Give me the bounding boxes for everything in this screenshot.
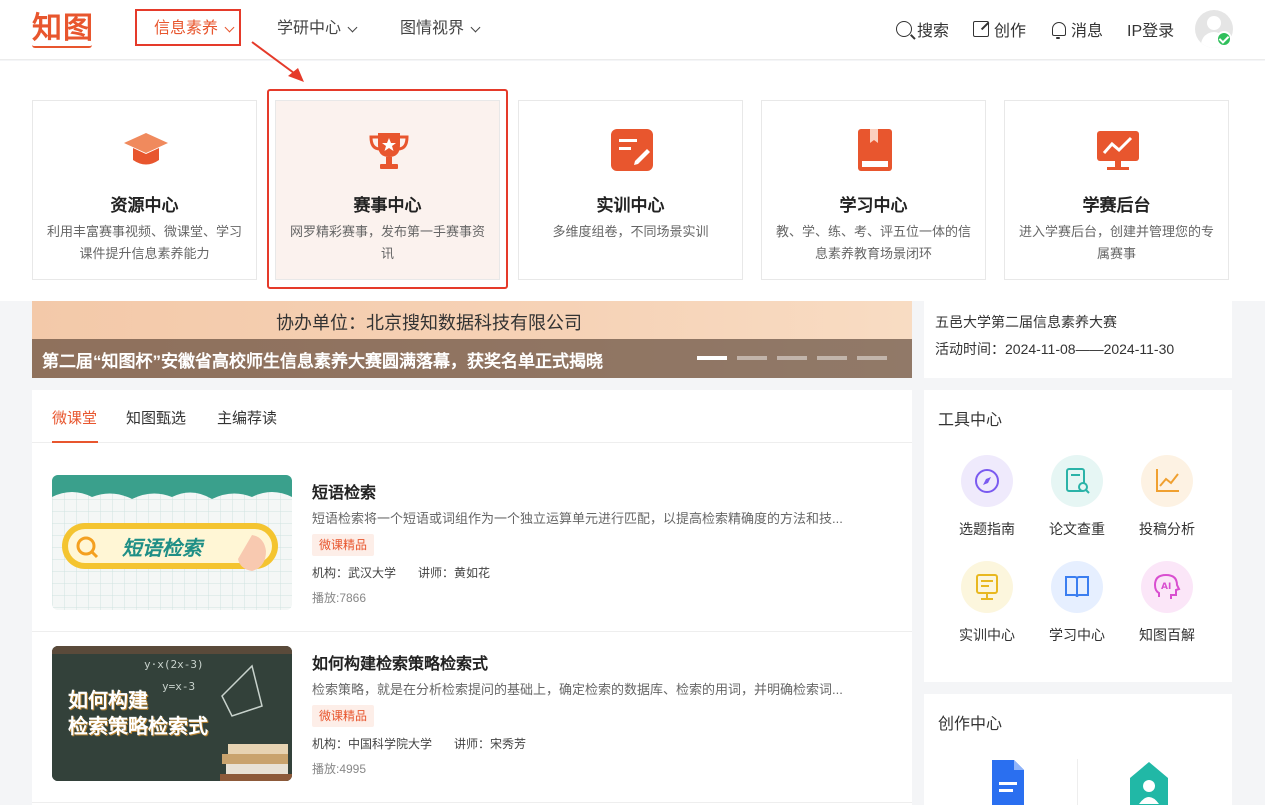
course-tabs: 微课堂 知图甄选 主编荐读 bbox=[32, 390, 912, 443]
card-title: 学习中心 bbox=[839, 196, 908, 215]
annotation-arrow-icon bbox=[251, 41, 304, 82]
book-icon bbox=[858, 129, 892, 171]
tool-plagiarism-check[interactable]: 论文查重 bbox=[1032, 455, 1122, 539]
course-title[interactable]: 如何构建检索策略检索式 bbox=[312, 650, 488, 674]
course-tag: 微课精品 bbox=[312, 705, 375, 727]
course-thumbnail[interactable]: y·x(2x-3) y=x-3 如何构建 检索策略检索式 bbox=[52, 646, 292, 781]
home-icon[interactable] bbox=[1128, 760, 1170, 805]
course-org: 机构：中国科学院大学 bbox=[312, 737, 433, 751]
nav-highlight-box bbox=[135, 9, 241, 46]
tab-editor-picks[interactable]: 主编荐读 bbox=[217, 407, 277, 428]
course-tag: 微课精品 bbox=[312, 534, 375, 556]
search-button[interactable]: 搜索 bbox=[896, 0, 949, 58]
course-org: 机构：武汉大学 bbox=[312, 566, 397, 580]
open-book-icon bbox=[1065, 576, 1089, 598]
course-meta: 机构：中国科学院大学 讲师：宋秀芳 bbox=[312, 735, 526, 752]
banner-caption: 第二届“知图杯”安徽省高校师生信息素养大赛圆满落幕，获奖名单正式揭晓 bbox=[42, 352, 603, 371]
ip-login-button[interactable]: IP登录 bbox=[1127, 0, 1174, 58]
card-resource-center[interactable]: 资源中心 利用丰富赛事视频、微课堂、学习课件提升信息素养能力 bbox=[32, 100, 257, 280]
carousel-dot[interactable] bbox=[777, 356, 807, 360]
course-thumbnail[interactable]: 短语检索 bbox=[52, 475, 292, 610]
carousel-dot[interactable] bbox=[817, 356, 847, 360]
tool-submission-analysis[interactable]: 投稿分析 bbox=[1122, 455, 1212, 539]
bell-icon bbox=[1052, 22, 1066, 39]
card-desc: 教、学、练、考、评五位一体的信息素养教育场景闭环 bbox=[775, 224, 971, 261]
message-button[interactable]: 消息 bbox=[1052, 0, 1103, 58]
card-desc: 多维度组卷，不同场景实训 bbox=[552, 224, 709, 239]
course-title[interactable]: 短语检索 bbox=[312, 479, 376, 503]
card-desc: 利用丰富赛事视频、微课堂、学习课件提升信息素养能力 bbox=[46, 224, 242, 261]
course-desc: 短语检索将一个短语或词组作为一个独立运算单元进行匹配，以提高检索精确度的方法和技… bbox=[312, 511, 843, 526]
creation-center-panel: 创作中心 bbox=[924, 694, 1232, 805]
banner-subtitle: 协办单位：北京搜知数据科技有限公司 bbox=[276, 313, 582, 333]
course-play-count: 播放:7866 bbox=[312, 591, 367, 605]
panel-title: 创作中心 bbox=[938, 716, 1003, 733]
tab-micro-class[interactable]: 微课堂 bbox=[52, 407, 97, 428]
svg-text:AI: AI bbox=[1161, 582, 1171, 592]
card-highlight-box bbox=[267, 89, 508, 289]
edit-document-icon bbox=[611, 129, 653, 171]
document-search-icon bbox=[1066, 468, 1090, 494]
card-title: 实训中心 bbox=[596, 196, 665, 215]
tool-training-center[interactable]: 实训中心 bbox=[942, 561, 1032, 645]
thumbnail-text: 如何构建 检索策略检索式 bbox=[68, 690, 208, 738]
panel-title: 工具中心 bbox=[938, 412, 1003, 429]
list-item[interactable]: 短语检索 短语检索 短语检索将一个短语或词组作为一个独立运算单元进行匹配，以提高… bbox=[32, 461, 912, 632]
carousel-dot[interactable] bbox=[857, 356, 887, 360]
card-title: 资源中心 bbox=[110, 196, 179, 215]
course-play-count: 播放:4995 bbox=[312, 762, 367, 776]
course-lecturer: 讲师：宋秀芳 bbox=[454, 737, 527, 751]
chevron-down-icon bbox=[470, 22, 481, 32]
compass-icon bbox=[975, 469, 999, 493]
document-icon[interactable] bbox=[988, 758, 1028, 805]
thumbnail-text: 短语检索 bbox=[122, 538, 202, 560]
nav-library-vision[interactable]: 图情视界 bbox=[400, 0, 481, 58]
carousel-dots bbox=[697, 356, 887, 360]
svg-text:y·x(2x-3): y·x(2x-3) bbox=[144, 658, 204, 671]
card-competition-admin[interactable]: 学赛后台 进入学赛后台，创建并管理您的专属赛事 bbox=[1004, 100, 1229, 280]
tool-learning-center[interactable]: 学习中心 bbox=[1032, 561, 1122, 645]
create-button[interactable]: 创作 bbox=[973, 0, 1026, 58]
event-time: 活动时间：2024-11-08——2024-11-30 bbox=[935, 341, 1175, 357]
event-card[interactable]: 五邑大学第二届信息素养大赛 活动时间：2024-11-08——2024-11-3… bbox=[924, 301, 1232, 378]
card-desc: 进入学赛后台，创建并管理您的专属赛事 bbox=[1018, 224, 1214, 261]
course-lecturer: 讲师：黄如花 bbox=[418, 566, 491, 580]
card-title: 学赛后台 bbox=[1082, 196, 1151, 215]
course-desc: 检索策略，就是在分析检索提问的基础上，确定检索的数据库、检索的用词，并明确检索词… bbox=[312, 682, 843, 697]
course-meta: 机构：武汉大学 讲师：黄如花 bbox=[312, 564, 490, 581]
tool-topic-guide[interactable]: 选题指南 bbox=[942, 455, 1032, 539]
info-literacy-dropdown: 资源中心 利用丰富赛事视频、微课堂、学习课件提升信息素养能力 赛事中心 网罗精彩… bbox=[0, 61, 1265, 301]
graduation-cap-icon bbox=[124, 133, 168, 165]
presentation-board-icon bbox=[976, 574, 998, 600]
list-item[interactable]: y·x(2x-3) y=x-3 如何构建 检索策略检索式 如何构建检索策略检索式… bbox=[32, 632, 912, 803]
card-learning-center[interactable]: 学习中心 教、学、练、考、评五位一体的信息素养教育场景闭环 bbox=[761, 100, 986, 280]
tool-zhitu-ai[interactable]: AI 知图百解 bbox=[1122, 561, 1212, 645]
zhitu-logo[interactable]: 知图 bbox=[32, 9, 94, 48]
chevron-down-icon bbox=[347, 22, 358, 32]
course-panel: 微课堂 知图甄选 主编荐读 短语检索 短语检索 短语检索将一个短语或词组作为一个… bbox=[32, 390, 912, 805]
carousel-dot[interactable] bbox=[697, 356, 727, 360]
line-chart-icon bbox=[1156, 469, 1179, 492]
active-tab-underline bbox=[52, 441, 98, 443]
event-name: 五邑大学第二届信息素养大赛 bbox=[935, 314, 1117, 330]
tool-center-panel: 工具中心 选题指南 论文查重 投稿分析 实训中心 学习中心 AI 知图百解 bbox=[924, 390, 1232, 682]
card-training-center[interactable]: 实训中心 多维度组卷，不同场景实训 bbox=[518, 100, 743, 280]
news-banner[interactable]: 协办单位：北京搜知数据科技有限公司 第二届“知图杯”安徽省高校师生信息素养大赛圆… bbox=[32, 301, 912, 378]
logo-text: 知图 bbox=[32, 11, 94, 46]
edit-icon bbox=[973, 21, 989, 37]
verified-check-icon bbox=[1216, 31, 1232, 47]
ai-head-icon: AI bbox=[1153, 573, 1181, 599]
search-icon bbox=[896, 21, 912, 37]
carousel-dot[interactable] bbox=[737, 356, 767, 360]
tab-zhitu-selection[interactable]: 知图甄选 bbox=[126, 407, 186, 428]
monitor-chart-icon bbox=[1097, 131, 1139, 170]
